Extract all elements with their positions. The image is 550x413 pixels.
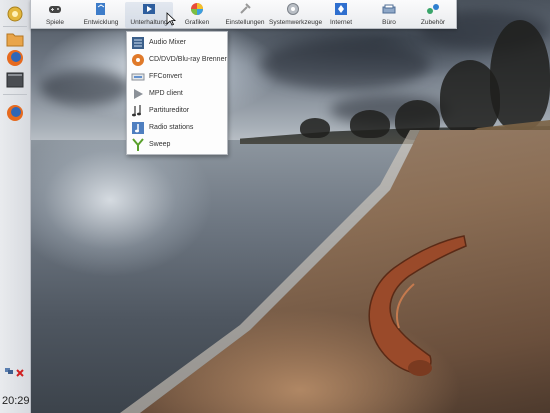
sweep-icon <box>132 138 144 151</box>
menu-item-ffconvert[interactable]: FFConvert <box>127 69 227 86</box>
category-internet[interactable]: Internet <box>317 2 365 28</box>
mouse-cursor-icon <box>166 12 176 26</box>
menu-item-mpd-client[interactable]: MPD client <box>127 86 227 103</box>
multimedia-dropdown-menu: Audio Mixer CD/DVD/Blu-ray Brenner FFCon… <box>126 31 228 155</box>
development-icon <box>96 3 105 15</box>
desktop-wallpaper <box>0 0 550 413</box>
disc-burner-icon <box>132 54 144 66</box>
menu-item-disc-burner[interactable]: CD/DVD/Blu-ray Brenner <box>127 52 227 69</box>
network-icon[interactable] <box>4 366 14 376</box>
firefox-icon[interactable] <box>5 103 25 123</box>
home-folder-icon[interactable] <box>5 29 25 49</box>
app-menu-bar: Spiele Entwicklung Unterhaltung Grafiken… <box>30 0 457 29</box>
radio-icon <box>132 122 144 134</box>
driftwood-image <box>368 235 467 376</box>
play-icon <box>134 89 143 99</box>
firefox-icon[interactable] <box>5 48 25 68</box>
menu-item-partitureditor[interactable]: Partitureditor <box>127 103 227 120</box>
gamepad-icon <box>49 6 61 13</box>
category-development[interactable]: Entwicklung <box>77 2 125 28</box>
category-graphics[interactable]: Grafiken <box>173 2 221 28</box>
terminal-icon[interactable] <box>5 70 25 90</box>
category-system-tools[interactable]: Systemwerkzeuge <box>269 2 322 28</box>
category-settings[interactable]: Einstellungen <box>221 2 269 28</box>
system-tools-icon <box>287 3 299 15</box>
system-logo-icon[interactable] <box>5 4 25 24</box>
menu-item-sweep[interactable]: Sweep <box>127 137 227 154</box>
category-games[interactable]: Spiele <box>31 2 79 28</box>
category-office[interactable]: Büro <box>365 2 413 28</box>
multimedia-icon <box>143 4 155 14</box>
settings-icon <box>240 3 251 14</box>
left-panel: 20:29 <box>0 0 31 413</box>
internet-icon <box>335 3 347 15</box>
menu-item-audio-mixer[interactable]: Audio Mixer <box>127 35 227 52</box>
ffconvert-icon <box>131 73 145 81</box>
clock[interactable]: 20:29 <box>2 395 30 407</box>
graphics-icon <box>191 3 203 15</box>
audio-mixer-icon <box>132 37 144 49</box>
menu-item-radio-stations[interactable]: Radio stations <box>127 120 227 137</box>
music-score-icon <box>132 105 141 117</box>
category-accessories[interactable]: Zubehör <box>409 2 457 28</box>
accessories-icon <box>427 4 439 14</box>
office-icon <box>382 4 396 14</box>
volume-muted-icon[interactable] <box>15 368 25 378</box>
